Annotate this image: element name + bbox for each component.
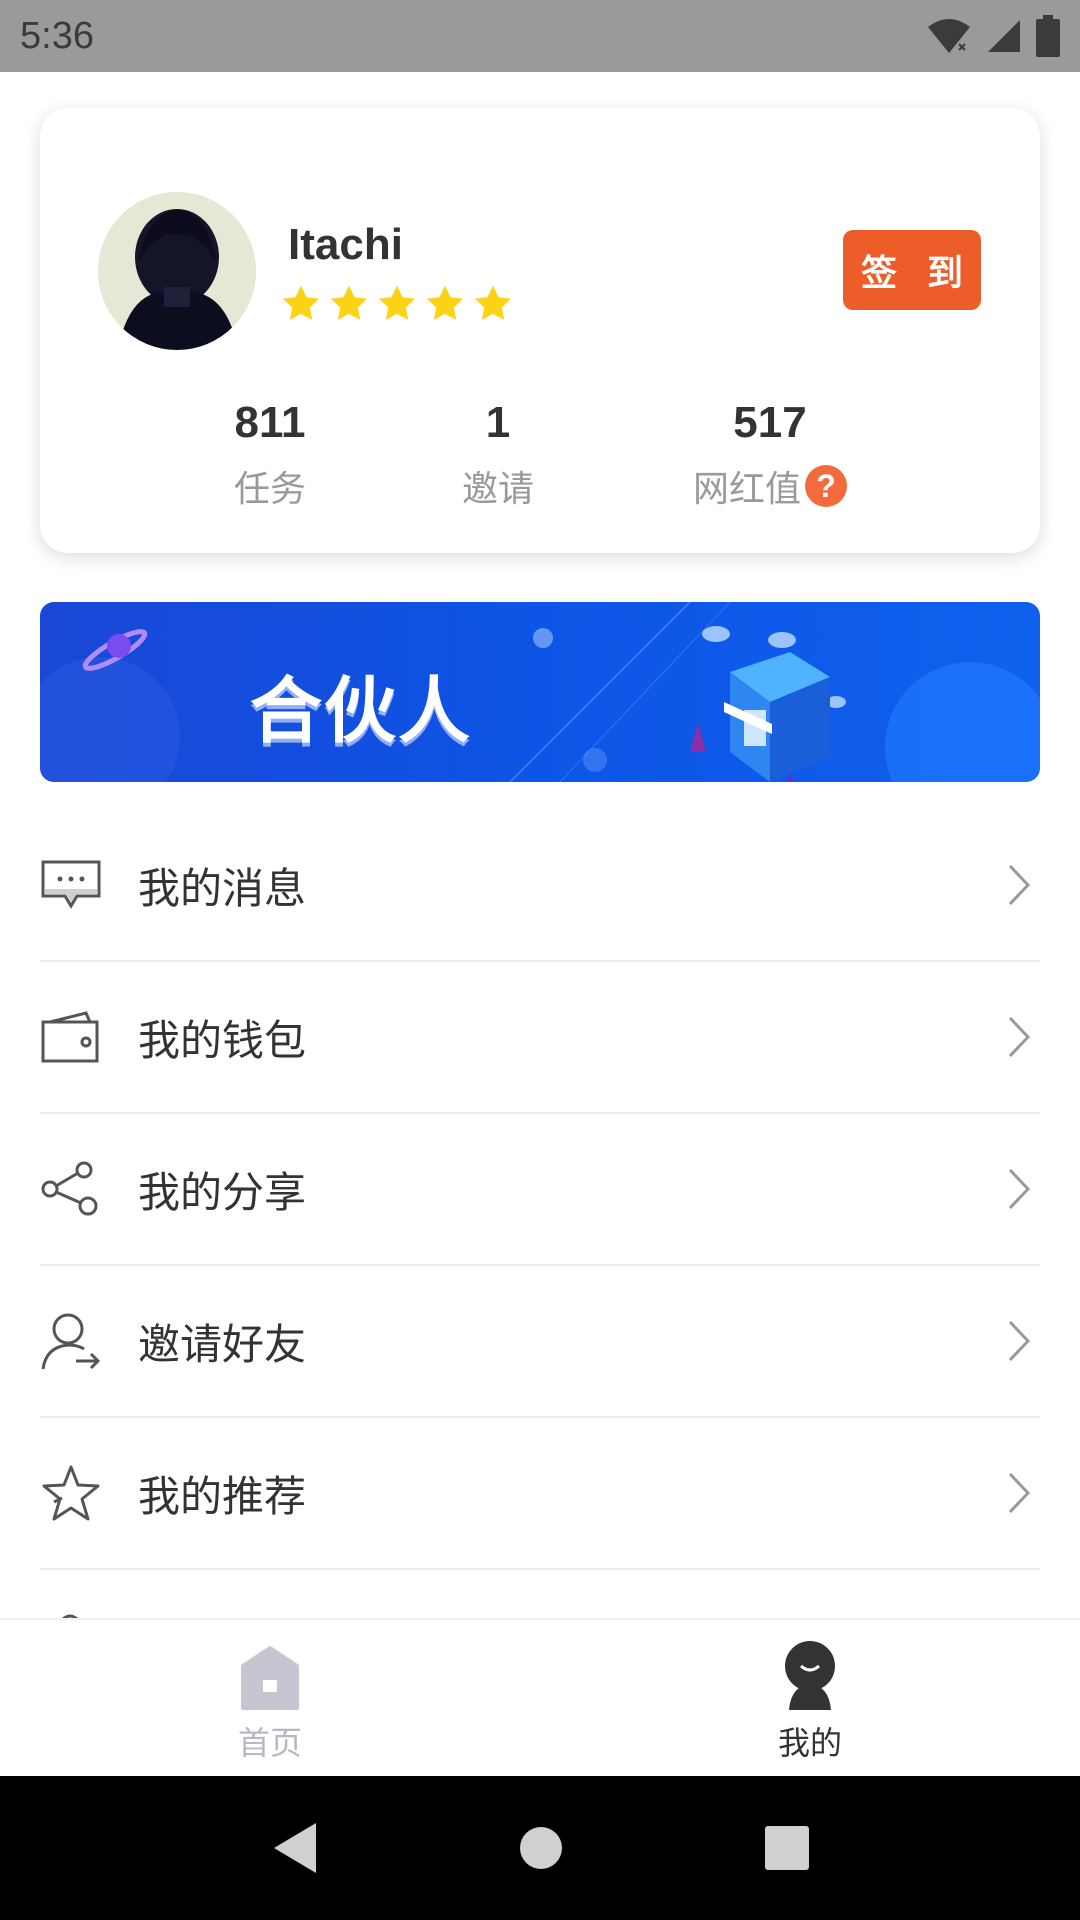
banner-title: 合伙人	[250, 669, 473, 753]
menu-item-recommend[interactable]: 我的推荐	[40, 1418, 1040, 1570]
stat-label: 网红值	[692, 469, 801, 510]
home-button-icon[interactable]	[519, 1826, 563, 1870]
stat-invites[interactable]: 1 邀请	[398, 398, 598, 512]
stat-value: 1	[485, 398, 511, 447]
menu-item-share[interactable]: 我的分享	[40, 1114, 1040, 1266]
star-icon	[474, 285, 512, 320]
star-icon	[330, 285, 368, 320]
stat-value: 811	[234, 398, 306, 447]
chevron-right-icon	[1008, 1320, 1031, 1362]
nav-item-profile[interactable]: 我的	[540, 1620, 1080, 1776]
menu-item-label: 我的分享	[138, 1167, 307, 1217]
menu-item-label: 我的消息	[138, 863, 307, 913]
battery-icon	[1036, 15, 1060, 57]
system-nav-bar	[0, 1776, 1080, 1920]
back-icon[interactable]	[270, 1821, 318, 1875]
menu-item-messages[interactable]: 我的消息	[40, 810, 1040, 962]
menu-list: 我的消息 我的钱包 我的分享 邀请好友 我的推荐	[40, 810, 1040, 1630]
status-time: 5:36	[20, 14, 94, 57]
share-icon	[40, 1158, 102, 1220]
menu-item-label: 我的推荐	[138, 1471, 307, 1521]
chevron-right-icon	[1008, 864, 1031, 906]
star-outline-icon	[40, 1462, 102, 1524]
nav-label: 首页	[237, 1724, 302, 1762]
status-icons	[926, 15, 1060, 57]
nav-item-home[interactable]: 首页	[0, 1620, 540, 1776]
message-icon	[40, 854, 102, 916]
signal-icon	[988, 20, 1020, 52]
profile-card: Itachi 签 到 811 任务 1 邀请 517 网红值 ?	[40, 108, 1040, 553]
status-bar: 5:36	[0, 0, 1080, 72]
chevron-right-icon	[1008, 1168, 1031, 1210]
home-icon	[241, 1646, 299, 1710]
avatar[interactable]	[98, 192, 256, 350]
wallet-icon	[40, 1006, 102, 1068]
star-icon	[426, 285, 464, 320]
menu-item-label: 我的钱包	[138, 1015, 307, 1065]
help-icon[interactable]: ?	[805, 465, 847, 507]
stat-label: 邀请	[461, 469, 534, 510]
wifi-icon	[928, 19, 970, 53]
chevron-right-icon	[1008, 1472, 1031, 1514]
banner-decoration	[40, 602, 1040, 782]
invite-friend-icon	[40, 1310, 102, 1372]
star-icon	[282, 285, 320, 320]
checkin-button[interactable]: 签 到	[843, 230, 981, 310]
nav-label: 我的	[777, 1724, 842, 1762]
rating-stars	[280, 283, 514, 325]
profile-icon	[785, 1641, 835, 1710]
stat-value: 517	[733, 398, 807, 447]
username: Itachi	[288, 220, 403, 269]
partner-banner[interactable]: 合伙人	[40, 602, 1040, 782]
menu-item-wallet[interactable]: 我的钱包	[40, 962, 1040, 1114]
bottom-nav: 首页 我的	[0, 1618, 1080, 1776]
stat-influence[interactable]: 517 网红值 ?	[670, 398, 870, 512]
stat-label: 任务	[233, 469, 306, 510]
menu-item-invite[interactable]: 邀请好友	[40, 1266, 1040, 1418]
recents-icon[interactable]	[764, 1825, 810, 1871]
menu-item-label: 邀请好友	[138, 1319, 307, 1369]
chevron-right-icon	[1008, 1016, 1031, 1058]
stat-tasks[interactable]: 811 任务	[170, 398, 370, 512]
star-icon	[378, 285, 416, 320]
